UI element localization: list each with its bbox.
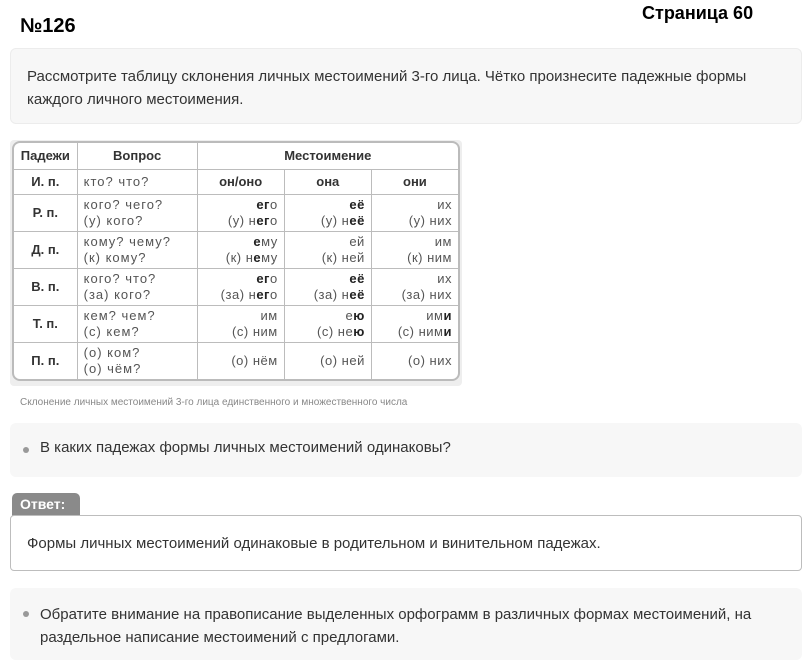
cell-line: (с) кем? [83, 324, 140, 339]
table-row: Д. п. кому? чему? (к) кому? ему (к) нему ей (к… [14, 231, 458, 269]
cell-line: (с) нею [317, 324, 365, 339]
task-number: №126 [20, 15, 76, 37]
pronoun-cell: (о) нём [196, 342, 285, 379]
case-cell: Р. п. [14, 194, 78, 232]
pronoun-cell: ей (к) ней [283, 231, 372, 269]
question-cell: кем? чем? (с) кем? [76, 305, 198, 343]
bullet-icon [23, 447, 29, 453]
pronoun-cell: их (у) них [370, 194, 458, 232]
cell-line: (за) него [220, 287, 278, 302]
case-cell: П. п. [14, 342, 78, 379]
cell-line: (с) ними [397, 324, 452, 339]
table-row: Р. п. кого? чего? (у) кого? его (у) него её (у… [14, 194, 458, 232]
cell-line: (за) неё [313, 287, 365, 302]
answer-label: Ответ: [12, 493, 80, 516]
pronoun-cell: его (у) него [196, 194, 285, 232]
cell-line: ей [349, 234, 365, 249]
cell-line: (у) него [227, 213, 278, 228]
cell-line: (о) чём? [83, 361, 142, 376]
cell-line: её [349, 197, 365, 212]
cell-line: (к) ней [321, 250, 365, 265]
table-row: Т. п. кем? чем? (с) кем? им (с) ним ею (с) нею… [14, 305, 458, 343]
cell-line: (с) ним [232, 324, 278, 339]
cell-line: ею [345, 308, 365, 323]
cell-line: их [437, 197, 452, 212]
cell-line: (о) них [408, 353, 452, 368]
pronoun-cell: он/оно [196, 169, 285, 195]
cell-line: его [256, 271, 278, 286]
table-row: П. п. (о) ком? (о) чём? (о) нём (о) ней (о) н… [14, 342, 458, 379]
case-cell: И. п. [14, 169, 78, 195]
declension-table: Падежи Вопрос Местоимение И. п. кто? что… [14, 143, 458, 379]
cell-line: (у) неё [320, 213, 365, 228]
cell-line: их [437, 271, 452, 286]
cell-line: кем? чем? [83, 308, 156, 323]
pronoun-cell: (о) них [370, 342, 458, 379]
header-question: Вопрос [76, 143, 198, 170]
cell-line: ими [426, 308, 452, 323]
cell-line: (к) ним [407, 250, 452, 265]
question-cell: кому? чему? (к) кому? [76, 231, 198, 269]
case-cell: Д. п. [14, 231, 78, 269]
cell-line: кого? чего? [83, 197, 164, 212]
pronoun-cell: она [283, 169, 372, 195]
bullet-icon [23, 611, 29, 617]
cell-line: им [260, 308, 278, 323]
question-cell: (о) ком? (о) чём? [76, 342, 198, 379]
pronoun-cell: их (за) них [370, 268, 458, 306]
header-pronoun: Местоимение [196, 143, 458, 170]
table-caption: Склонение личных местоимений 3-го лица е… [20, 397, 408, 408]
page-number: Страница 60 [642, 3, 754, 23]
cell-line: (за) них [401, 287, 452, 302]
cell-line: (за) кого? [83, 287, 152, 302]
cell-line: (к) кому? [83, 250, 147, 265]
pronoun-cell: его (за) него [196, 268, 285, 306]
cell-line: кого? что? [83, 271, 157, 286]
cell-line: (у) кого? [83, 213, 144, 228]
pronoun-cell: ему (к) нему [196, 231, 285, 269]
pronoun-cell: её (за) неё [283, 268, 372, 306]
cell-line: кому? чему? [83, 234, 171, 249]
note-text: Обратите внимание на правописание выделе… [40, 606, 752, 646]
note-box: Обратите внимание на правописание выделе… [10, 588, 802, 660]
cell-line: её [349, 271, 365, 286]
cell-line: им [434, 234, 452, 249]
cell-line: ему [253, 234, 278, 249]
cell-line: (о) ней [320, 353, 365, 368]
cell-line: (о) ком? [83, 345, 141, 360]
table-row: В. п. кого? что? (за) кого? его (за) него её(… [14, 268, 458, 306]
case-cell: В. п. [14, 268, 78, 306]
pronoun-cell: им (к) ним [370, 231, 458, 269]
declension-table-image: Падежи Вопрос Местоимение И. п. кто? что… [10, 140, 462, 386]
pronoun-cell: (о) ней [283, 342, 372, 379]
answer-text: Формы личных местоимений одинаковые в ро… [27, 535, 601, 552]
question-text: В каких падежах формы личных местоимений… [40, 439, 451, 456]
question-cell: кого? чего? (у) кого? [76, 194, 198, 232]
question-box: В каких падежах формы личных местоимений… [10, 423, 802, 477]
header-case: Падежи [14, 143, 78, 170]
intro-text: Рассмотрите таблицу склонения личных мес… [27, 68, 747, 108]
pronoun-cell: они [370, 169, 458, 195]
table-row: И. п. кто? что? он/оно она они [14, 169, 458, 195]
pronoun-cell: им (с) ним [196, 305, 285, 343]
pronoun-cell: ими (с) ними [370, 305, 458, 343]
cell-line: его [256, 197, 278, 212]
cell-line: (у) них [408, 213, 452, 228]
case-cell: Т. п. [14, 305, 78, 343]
question-cell: кого? что? (за) кого? [76, 268, 198, 306]
pronoun-cell: её (у) неё [283, 194, 372, 232]
answer-box: Формы личных местоимений одинаковые в ро… [10, 515, 802, 571]
intro-box: Рассмотрите таблицу склонения личных мес… [10, 48, 802, 124]
cell-line: (о) нём [231, 353, 278, 368]
question-cell: кто? что? [76, 169, 198, 195]
cell-line: (к) нему [225, 250, 278, 265]
pronoun-cell: ею (с) нею [283, 305, 372, 343]
